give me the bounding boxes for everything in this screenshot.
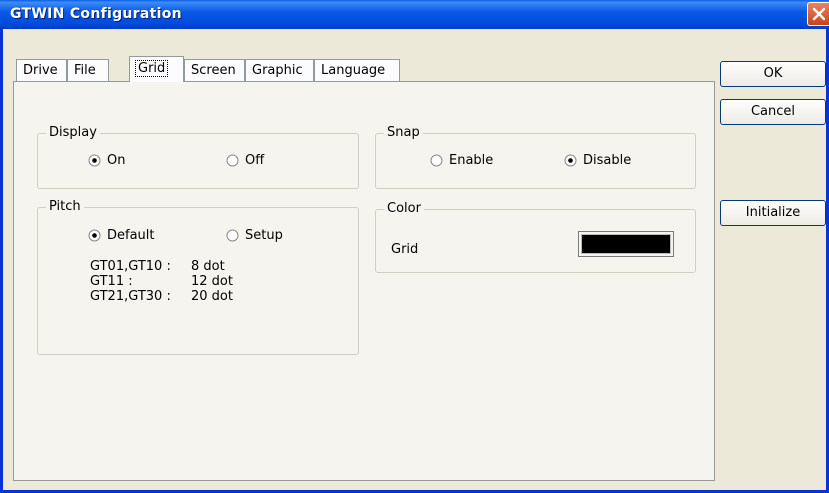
color-group: Color Grid [375, 201, 696, 273]
title-bar[interactable]: GTWIN Configuration [0, 0, 829, 29]
display-off-label: Off [245, 153, 265, 168]
tab-label: Language [321, 63, 386, 78]
radio-unselected-icon [430, 154, 443, 167]
pitch-setup-radio[interactable]: Setup [226, 228, 283, 243]
configuration-window: GTWIN Configuration Drive File Grid Scre… [0, 0, 829, 493]
color-group-label: Color [384, 201, 424, 216]
grid-color-label: Grid [391, 242, 419, 257]
tab-graphic[interactable]: Graphic [245, 59, 314, 81]
tab-grid[interactable]: Grid [129, 56, 184, 82]
pitch-default-label: Default [107, 228, 155, 243]
snap-disable-radio[interactable]: Disable [564, 153, 631, 168]
close-button[interactable] [807, 2, 829, 26]
tab-file[interactable]: File [67, 59, 109, 81]
pitch-value-gt21-gt30: 20 dot [191, 289, 233, 304]
snap-group: Snap Enable Disable [375, 125, 696, 189]
tab-label: Drive [23, 63, 58, 78]
tab-drive[interactable]: Drive [16, 59, 67, 81]
pitch-value-gt11: 12 dot [191, 274, 233, 289]
pitch-value-gt01-gt10: 8 dot [191, 259, 225, 274]
initialize-button[interactable]: Initialize [720, 200, 826, 226]
radio-selected-icon [88, 229, 101, 242]
snap-group-label: Snap [384, 125, 423, 140]
close-icon [812, 7, 826, 21]
display-on-radio[interactable]: On [88, 153, 125, 168]
tab-label: Graphic [252, 63, 303, 78]
pitch-setup-label: Setup [245, 228, 283, 243]
snap-enable-radio[interactable]: Enable [430, 153, 493, 168]
cancel-button[interactable]: Cancel [720, 99, 826, 125]
display-on-label: On [107, 153, 126, 168]
pitch-group-label: Pitch [46, 199, 84, 214]
window-title: GTWIN Configuration [10, 6, 182, 22]
pitch-default-radio[interactable]: Default [88, 228, 155, 243]
tab-language[interactable]: Language [314, 59, 400, 81]
snap-disable-label: Disable [583, 153, 632, 168]
grid-tab-panel: Display On Off Snap Enable Disable Pitch… [13, 81, 715, 481]
pitch-model-gt01-gt10: GT01,GT10 : [90, 259, 171, 274]
tab-label: Screen [191, 63, 236, 78]
pitch-model-gt21-gt30: GT21,GT30 : [90, 289, 171, 304]
radio-unselected-icon [226, 229, 239, 242]
display-off-radio[interactable]: Off [226, 153, 264, 168]
radio-unselected-icon [226, 154, 239, 167]
tab-screen[interactable]: Screen [184, 59, 245, 81]
pitch-model-gt11: GT11 : [90, 274, 133, 289]
radio-selected-icon [88, 154, 101, 167]
display-group: Display On Off [37, 125, 359, 189]
ok-button[interactable]: OK [720, 61, 826, 87]
grid-color-swatch[interactable] [578, 231, 674, 257]
tab-label: File [74, 63, 96, 78]
display-group-label: Display [46, 125, 100, 140]
snap-enable-label: Enable [449, 153, 494, 168]
radio-selected-icon [564, 154, 577, 167]
tab-label: Grid [134, 60, 169, 77]
pitch-group: Pitch Default Setup GT01,GT10 : 8 dot GT… [37, 199, 359, 355]
